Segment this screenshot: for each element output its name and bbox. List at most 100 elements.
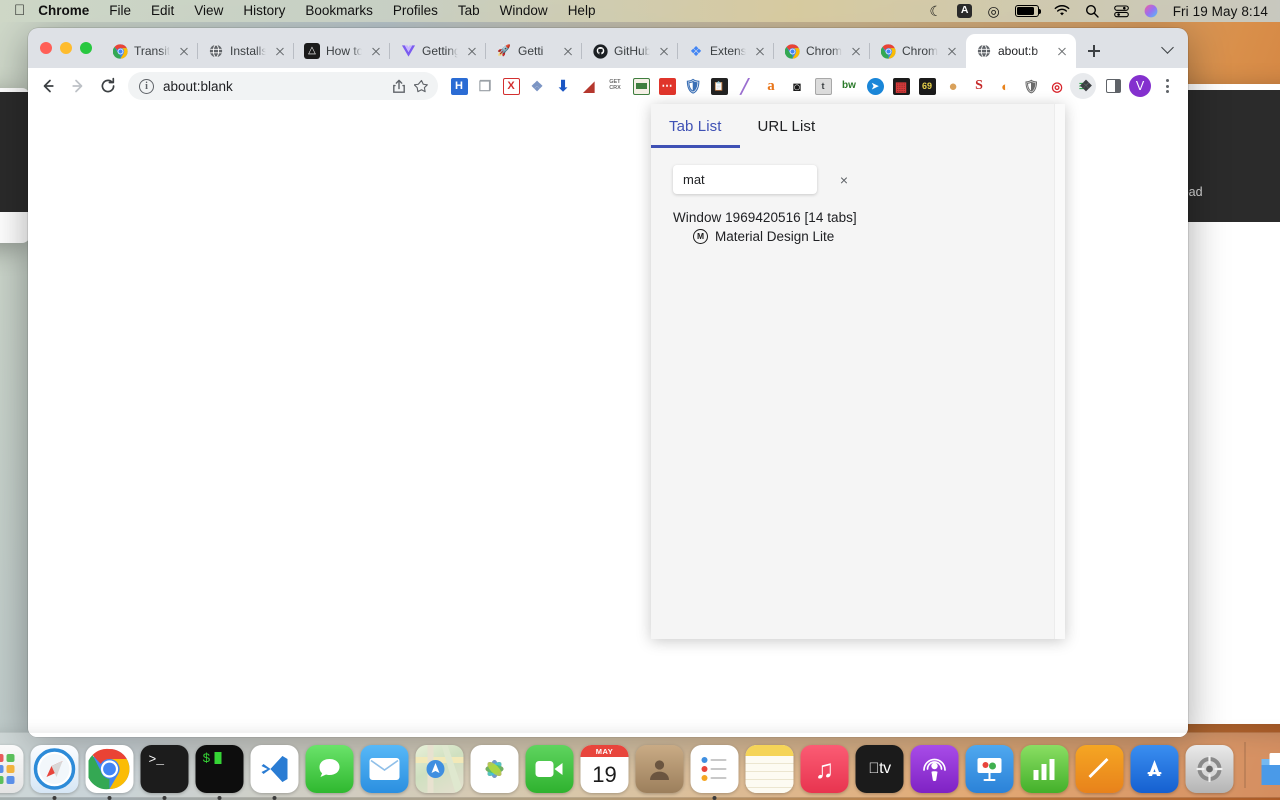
info-icon[interactable]: i bbox=[139, 78, 154, 94]
dock-item-visual-studio-code[interactable] bbox=[250, 745, 299, 800]
browser-tab[interactable]: Chrome bbox=[774, 34, 870, 68]
mask-extension-icon[interactable]: ◙ bbox=[784, 73, 810, 99]
dock-item-numbers[interactable] bbox=[1020, 745, 1069, 793]
control-center-icon[interactable] bbox=[1113, 4, 1129, 18]
close-tab-button[interactable] bbox=[368, 43, 384, 59]
share-icon[interactable] bbox=[388, 75, 410, 97]
dock-item-google-chrome[interactable] bbox=[85, 745, 134, 800]
background-window-left[interactable] bbox=[0, 88, 30, 243]
h-extension-icon[interactable]: H bbox=[446, 73, 472, 99]
menu-item-help[interactable]: Help bbox=[558, 0, 606, 22]
keyboard-layout-icon[interactable]: A bbox=[956, 3, 973, 19]
popup-scrollbar[interactable] bbox=[1054, 104, 1065, 639]
browser-tab[interactable]: Getting bbox=[390, 34, 486, 68]
forward-button[interactable] bbox=[64, 72, 92, 100]
amazon-a-extension-icon[interactable]: a bbox=[758, 73, 784, 99]
close-tab-button[interactable] bbox=[464, 43, 480, 59]
address-bar-url[interactable]: about:blank bbox=[163, 79, 388, 94]
browser-menu-button[interactable] bbox=[1154, 79, 1180, 93]
menu-item-chrome[interactable]: Chrome bbox=[38, 0, 99, 22]
dock-item-system-preferences[interactable] bbox=[1185, 745, 1234, 793]
dock-item-launchpad[interactable] bbox=[0, 745, 24, 793]
dock-item-iterm2[interactable]: $ bbox=[195, 745, 244, 800]
dock-item-mail[interactable] bbox=[360, 745, 409, 793]
search-icon[interactable] bbox=[1085, 4, 1099, 18]
menu-item-file[interactable]: File bbox=[99, 0, 141, 22]
grid-table-extension-icon[interactable]: ▦ bbox=[888, 73, 914, 99]
dock-item-photos[interactable] bbox=[470, 745, 519, 793]
puzzle-blue-extension-icon[interactable]: ❖ bbox=[524, 73, 550, 99]
moon-icon[interactable]: ☾ bbox=[929, 4, 942, 18]
dock-item-app-store[interactable] bbox=[1130, 745, 1179, 793]
menu-item-window[interactable]: Window bbox=[490, 0, 558, 22]
menu-item-history[interactable]: History bbox=[233, 0, 295, 22]
battery-icon[interactable] bbox=[1014, 5, 1042, 17]
cookie-extension-icon[interactable]: ● bbox=[940, 73, 966, 99]
close-tab-button[interactable] bbox=[848, 43, 864, 59]
dock-item-terminal[interactable]: >_ bbox=[140, 745, 189, 800]
reload-button[interactable] bbox=[94, 72, 122, 100]
tab-search-button[interactable] bbox=[1154, 36, 1180, 64]
s-red-extension-icon[interactable]: S bbox=[966, 73, 992, 99]
red-bookmark-extension-icon[interactable]: ◢ bbox=[576, 73, 602, 99]
dock-item-apple-tv[interactable]: tv bbox=[855, 745, 904, 793]
dock-item-keynote[interactable] bbox=[965, 745, 1014, 793]
bw-extension-icon[interactable]: bw bbox=[836, 73, 862, 99]
browser-tab[interactable]: △ How to bbox=[294, 34, 390, 68]
wifi-icon[interactable] bbox=[1054, 5, 1070, 17]
robot-extension-icon[interactable]: ◐ bbox=[992, 73, 1018, 99]
x-close-extension-icon[interactable]: X bbox=[498, 73, 524, 99]
dock-item-calendar[interactable]: MAY 19 bbox=[580, 745, 629, 793]
dock-item-reminders[interactable] bbox=[690, 745, 739, 800]
clear-search-button[interactable]: × bbox=[831, 167, 857, 193]
close-tab-button[interactable] bbox=[1054, 43, 1070, 59]
new-tab-button[interactable] bbox=[1080, 37, 1108, 65]
browser-tab[interactable]: Chrome bbox=[870, 34, 966, 68]
green-folder-extension-icon[interactable] bbox=[628, 73, 654, 99]
dock-item-notes[interactable] bbox=[745, 745, 794, 793]
pencil-extension-icon[interactable]: ╱ bbox=[732, 73, 758, 99]
browser-tab[interactable]: Installs bbox=[198, 34, 294, 68]
apple-logo-icon[interactable]:  bbox=[0, 3, 38, 18]
bookmark-star-icon[interactable] bbox=[410, 75, 432, 97]
list-item[interactable]: M Material Design Lite bbox=[673, 229, 1065, 244]
browser-tab[interactable]: 🚀 Getti bbox=[486, 34, 582, 68]
menu-item-bookmarks[interactable]: Bookmarks bbox=[295, 0, 383, 22]
siri-icon[interactable] bbox=[1144, 4, 1158, 18]
shield-extension-icon[interactable]: 🛡 bbox=[680, 73, 706, 99]
close-window-button[interactable] bbox=[40, 42, 52, 54]
browser-tab[interactable]: ❖ Extensio bbox=[678, 34, 774, 68]
ublock-extension-icon[interactable]: 🛡 bbox=[1018, 73, 1044, 99]
address-bar[interactable]: i about:blank bbox=[128, 72, 438, 100]
close-tab-button[interactable] bbox=[944, 43, 960, 59]
browser-tab[interactable]: Transitio bbox=[102, 34, 198, 68]
dock-item-safari[interactable] bbox=[30, 745, 79, 800]
dock-item-podcasts[interactable] bbox=[910, 745, 959, 793]
menu-bar-clock[interactable]: Fri 19 May 8:14 bbox=[1173, 4, 1268, 19]
close-tab-button[interactable] bbox=[560, 43, 576, 59]
search-input[interactable] bbox=[673, 165, 817, 194]
dock-item-pages[interactable] bbox=[1075, 745, 1124, 793]
dock-item-music[interactable]: ♫ bbox=[800, 745, 849, 793]
extensions-puzzle-icon[interactable]: ❖ bbox=[1073, 73, 1099, 99]
close-tab-button[interactable] bbox=[752, 43, 768, 59]
browser-tab[interactable]: GitHub bbox=[582, 34, 678, 68]
tab-tab-list[interactable]: Tab List bbox=[651, 104, 740, 148]
dock-item-downloads-folder[interactable] bbox=[1257, 745, 1280, 793]
red-dots-extension-icon[interactable]: ⋯ bbox=[654, 73, 680, 99]
side-panel-icon[interactable] bbox=[1100, 73, 1126, 99]
minimize-window-button[interactable] bbox=[60, 42, 72, 54]
close-tab-button[interactable] bbox=[272, 43, 288, 59]
close-tab-button[interactable] bbox=[176, 43, 192, 59]
tab-copy-extension-icon[interactable]: ❐ bbox=[472, 73, 498, 99]
menu-item-tab[interactable]: Tab bbox=[448, 0, 490, 22]
dock-item-contacts[interactable] bbox=[635, 745, 684, 793]
menu-item-view[interactable]: View bbox=[184, 0, 233, 22]
play-icon[interactable]: ◎ bbox=[987, 4, 999, 18]
menu-item-edit[interactable]: Edit bbox=[141, 0, 184, 22]
maximize-window-button[interactable] bbox=[80, 42, 92, 54]
browser-tab-active[interactable]: about:b bbox=[966, 34, 1076, 68]
t-button-extension-icon[interactable]: t bbox=[810, 73, 836, 99]
dock-item-messages[interactable] bbox=[305, 745, 354, 793]
opera-o-extension-icon[interactable]: ◎ bbox=[1044, 73, 1070, 99]
